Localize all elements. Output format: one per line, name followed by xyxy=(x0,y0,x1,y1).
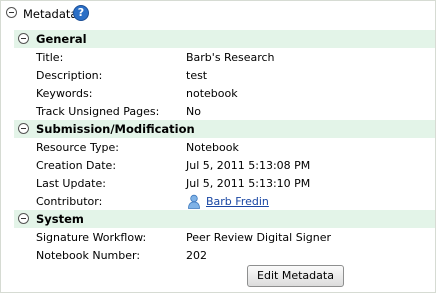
track-unsigned-label: Track Unsigned Pages: xyxy=(36,105,160,118)
resource-type-label: Resource Type: xyxy=(36,141,119,154)
creation-date-label: Creation Date: xyxy=(36,159,117,172)
creation-date-value: Jul 5, 2011 5:13:08 PM xyxy=(186,159,311,172)
resource-type-value: Notebook xyxy=(186,141,239,154)
section-title: System xyxy=(36,212,84,226)
description-value: test xyxy=(186,69,208,82)
contributor-label: Contributor: xyxy=(36,195,103,208)
collapse-icon[interactable] xyxy=(18,213,29,224)
panel-title: Metadata xyxy=(23,7,78,21)
notebook-number-label: Notebook Number: xyxy=(36,249,141,262)
track-unsigned-value: No xyxy=(186,105,201,118)
collapse-icon[interactable] xyxy=(18,33,29,44)
keywords-label: Keywords: xyxy=(36,87,93,100)
notebook-number-value: 202 xyxy=(186,249,207,262)
section-title: Submission/Modification xyxy=(36,122,195,136)
user-icon xyxy=(188,194,200,209)
title-label: Title: xyxy=(36,51,64,64)
collapse-icon[interactable] xyxy=(18,123,29,134)
section-title: General xyxy=(36,32,87,46)
section-general: General xyxy=(14,30,435,48)
keywords-value: notebook xyxy=(186,87,238,100)
edit-metadata-button[interactable]: Edit Metadata xyxy=(247,265,344,287)
section-submission: Submission/Modification xyxy=(14,120,435,138)
panel-header: Metadata ? xyxy=(1,1,435,25)
title-value: Barb's Research xyxy=(186,51,275,64)
last-update-value: Jul 5, 2011 5:13:10 PM xyxy=(186,177,311,190)
signature-workflow-label: Signature Workflow: xyxy=(36,231,147,244)
metadata-panel: Metadata ? General Title: Barb's Researc… xyxy=(0,0,436,293)
contributor-link[interactable]: Barb Fredin xyxy=(206,195,269,208)
signature-workflow-value: Peer Review Digital Signer xyxy=(186,231,331,244)
description-label: Description: xyxy=(36,69,103,82)
collapse-icon[interactable] xyxy=(6,7,17,18)
last-update-label: Last Update: xyxy=(36,177,106,190)
section-system: System xyxy=(14,210,435,228)
help-icon[interactable]: ? xyxy=(73,5,89,21)
